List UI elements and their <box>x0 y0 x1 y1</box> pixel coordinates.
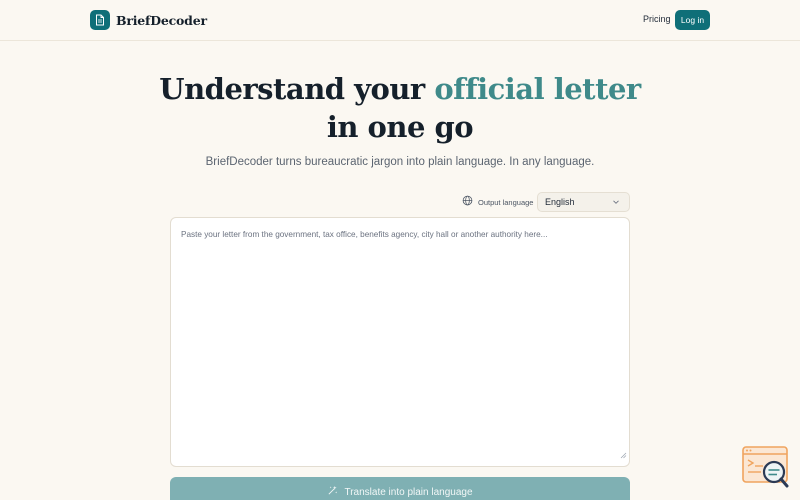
page-subtitle: BriefDecoder turns bureaucratic jargon i… <box>205 156 595 168</box>
help-widget-button[interactable] <box>741 444 791 490</box>
output-language-label-group: Output language <box>462 193 534 211</box>
nav-pricing-link[interactable]: Pricing <box>643 14 671 24</box>
letter-input-container <box>170 217 630 467</box>
document-icon <box>90 10 110 30</box>
search-window-icon <box>742 446 789 488</box>
brand-name: BriefDecoder <box>116 12 207 28</box>
chevron-down-icon <box>612 198 620 208</box>
selected-language: English <box>545 197 575 207</box>
title-part-2: in one go <box>326 110 474 144</box>
title-part-1: Understand your <box>159 72 435 106</box>
page-title: Understand your official letter in one g… <box>0 70 800 146</box>
output-language-select[interactable]: English <box>537 192 630 212</box>
resize-handle-icon[interactable] <box>620 446 627 464</box>
letter-input[interactable] <box>171 218 629 466</box>
login-button[interactable]: Log in <box>675 10 710 30</box>
brand-home-link[interactable]: BriefDecoder <box>90 10 207 30</box>
globe-icon <box>462 193 473 211</box>
output-language-label: Output language <box>478 197 534 207</box>
sparkles-icon <box>327 485 338 499</box>
translate-button-label: Translate into plain language <box>344 486 473 498</box>
translate-button[interactable]: Translate into plain language <box>170 477 630 500</box>
top-navigation-bar: BriefDecoder Pricing Log in <box>0 0 800 41</box>
title-accent: official letter <box>434 72 641 106</box>
